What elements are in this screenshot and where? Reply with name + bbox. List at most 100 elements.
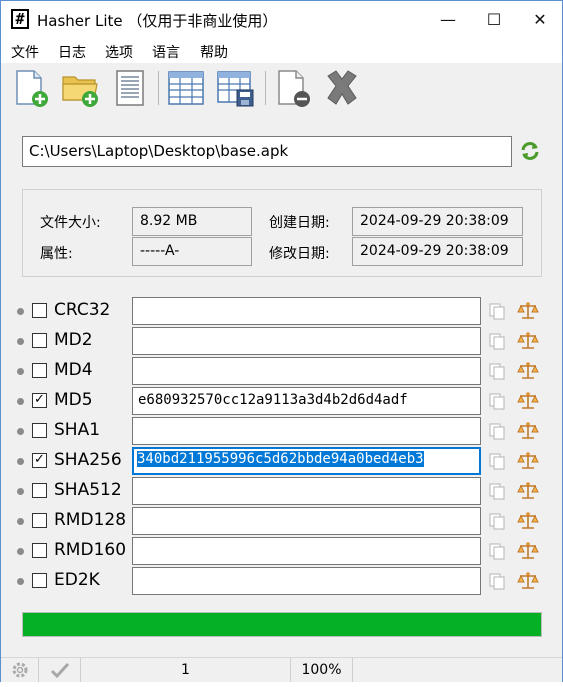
compare-scale-icon[interactable] <box>517 421 539 441</box>
hash-value-field[interactable] <box>132 327 481 355</box>
settings-status-cell[interactable] <box>1 658 39 682</box>
compare-scale-icon[interactable] <box>517 451 539 471</box>
verify-status-cell[interactable] <box>39 658 81 682</box>
menu-options[interactable]: 选项 <box>105 42 133 62</box>
menu-log[interactable]: 日志 <box>58 42 86 62</box>
bullet-icon <box>17 338 24 345</box>
compare-scale-icon[interactable] <box>517 301 539 321</box>
modified-date-value: 2024-09-29 20:38:09 <box>352 237 523 266</box>
algorithm-label[interactable]: MD4 <box>54 360 93 380</box>
algorithm-label[interactable]: RMD160 <box>54 540 126 560</box>
attributes-label: 属性: <box>40 246 73 262</box>
compare-scale-icon[interactable] <box>517 511 539 531</box>
maximize-button[interactable]: ☐ <box>471 1 517 39</box>
algorithm-label[interactable]: SHA1 <box>54 420 100 440</box>
window-title: Hasher Lite （仅用于非商业使用） <box>37 12 278 30</box>
copy-icon[interactable] <box>488 392 506 410</box>
hash-value-field[interactable]: e680932570cc12a9113a3d4b2d6d4adf <box>132 387 481 415</box>
hash-value-field[interactable] <box>132 507 481 535</box>
hash-checkbox[interactable]: ✓ <box>32 453 47 468</box>
created-date-label: 创建日期: <box>269 215 330 231</box>
toolbar-separator <box>158 71 159 105</box>
hash-value-field[interactable] <box>132 477 481 505</box>
hash-checkbox[interactable] <box>32 513 47 528</box>
hash-row-sha256: ✓ SHA256 340bd211955996c5d62bbde94a0bed4eb… <box>1 446 562 476</box>
progress-bar <box>22 612 542 637</box>
hash-value-field[interactable] <box>132 297 481 325</box>
hash-row-md5: ✓ MD5 e680932570cc12a9113a3d4b2d6d4adf <box>1 386 562 416</box>
refresh-icon[interactable] <box>519 140 541 162</box>
copy-icon[interactable] <box>488 332 506 350</box>
algorithm-label[interactable]: ED2K <box>54 570 100 590</box>
hash-checkbox[interactable]: ✓ <box>32 393 47 408</box>
hash-row-rmd160: RMD160 <box>1 536 562 566</box>
hash-value-field[interactable] <box>132 537 481 565</box>
compare-scale-icon[interactable] <box>517 481 539 501</box>
bullet-icon <box>17 368 24 375</box>
compare-scale-icon[interactable] <box>517 571 539 591</box>
algorithm-label[interactable]: MD2 <box>54 330 93 350</box>
menu-help[interactable]: 帮助 <box>200 42 228 62</box>
compare-scale-icon[interactable] <box>517 391 539 411</box>
copy-icon[interactable] <box>488 452 506 470</box>
document-icon[interactable] <box>109 68 149 108</box>
copy-icon[interactable] <box>488 482 506 500</box>
hash-checkbox[interactable] <box>32 543 47 558</box>
menu-file[interactable]: 文件 <box>11 42 39 62</box>
hash-value-field[interactable] <box>132 417 481 445</box>
remove-file-icon[interactable] <box>273 68 313 108</box>
bullet-icon <box>17 458 24 465</box>
close-x-icon[interactable] <box>322 68 362 108</box>
compare-scale-icon[interactable] <box>517 361 539 381</box>
hash-value-field[interactable] <box>132 357 481 385</box>
algorithm-label[interactable]: SHA256 <box>54 450 122 470</box>
copy-icon[interactable] <box>488 302 506 320</box>
copy-icon[interactable] <box>488 512 506 530</box>
hash-row-md2: MD2 <box>1 326 562 356</box>
table-icon[interactable] <box>166 68 206 108</box>
copy-icon[interactable] <box>488 542 506 560</box>
bullet-icon <box>17 488 24 495</box>
new-file-icon[interactable] <box>11 68 51 108</box>
hash-row-ed2k: ED2K <box>1 566 562 596</box>
status-bar: 1 100% <box>1 657 562 682</box>
file-info-panel: 文件大小: 8.92 MB 属性: -----A- 创建日期: 2024-09-… <box>22 189 542 277</box>
hash-checkbox[interactable] <box>32 363 47 378</box>
file-path-input[interactable]: C:\Users\Laptop\Desktop\base.apk <box>22 136 512 167</box>
title-bar[interactable]: # Hasher Lite （仅用于非商业使用） — ☐ ✕ <box>1 1 562 39</box>
close-button[interactable]: ✕ <box>517 1 563 39</box>
bullet-icon <box>17 548 24 555</box>
menu-language[interactable]: 语言 <box>152 42 180 62</box>
open-folder-icon[interactable] <box>61 68 101 108</box>
hash-checkbox[interactable] <box>32 573 47 588</box>
hash-checkbox[interactable] <box>32 423 47 438</box>
hash-checkbox[interactable] <box>32 303 47 318</box>
menu-bar: 文件 日志 选项 语言 帮助 <box>1 39 562 63</box>
hash-row-sha1: SHA1 <box>1 416 562 446</box>
hash-value-field[interactable] <box>132 567 481 595</box>
algorithm-label[interactable]: CRC32 <box>54 300 110 320</box>
attributes-value: -----A- <box>132 237 252 266</box>
file-count-status: 1 <box>81 658 291 682</box>
file-size-value: 8.92 MB <box>132 207 252 236</box>
compare-scale-icon[interactable] <box>517 541 539 561</box>
checkmark-icon <box>50 662 69 679</box>
toolbar <box>1 63 562 113</box>
app-hash-icon: # <box>11 9 29 29</box>
progress-fill <box>23 613 541 636</box>
algorithm-label[interactable]: SHA512 <box>54 480 122 500</box>
hash-row-rmd128: RMD128 <box>1 506 562 536</box>
save-table-icon[interactable] <box>215 68 255 108</box>
copy-icon[interactable] <box>488 422 506 440</box>
hash-checkbox[interactable] <box>32 333 47 348</box>
gear-icon <box>12 662 27 678</box>
compare-scale-icon[interactable] <box>517 331 539 351</box>
hasher-window: # Hasher Lite （仅用于非商业使用） — ☐ ✕ 文件 日志 选项 … <box>0 0 563 682</box>
minimize-button[interactable]: — <box>425 1 471 39</box>
hash-checkbox[interactable] <box>32 483 47 498</box>
hash-value-field[interactable]: 340bd211955996c5d62bbde94a0bed4eb3 <box>132 447 481 475</box>
copy-icon[interactable] <box>488 362 506 380</box>
copy-icon[interactable] <box>488 572 506 590</box>
algorithm-label[interactable]: RMD128 <box>54 510 126 530</box>
algorithm-label[interactable]: MD5 <box>54 390 93 410</box>
